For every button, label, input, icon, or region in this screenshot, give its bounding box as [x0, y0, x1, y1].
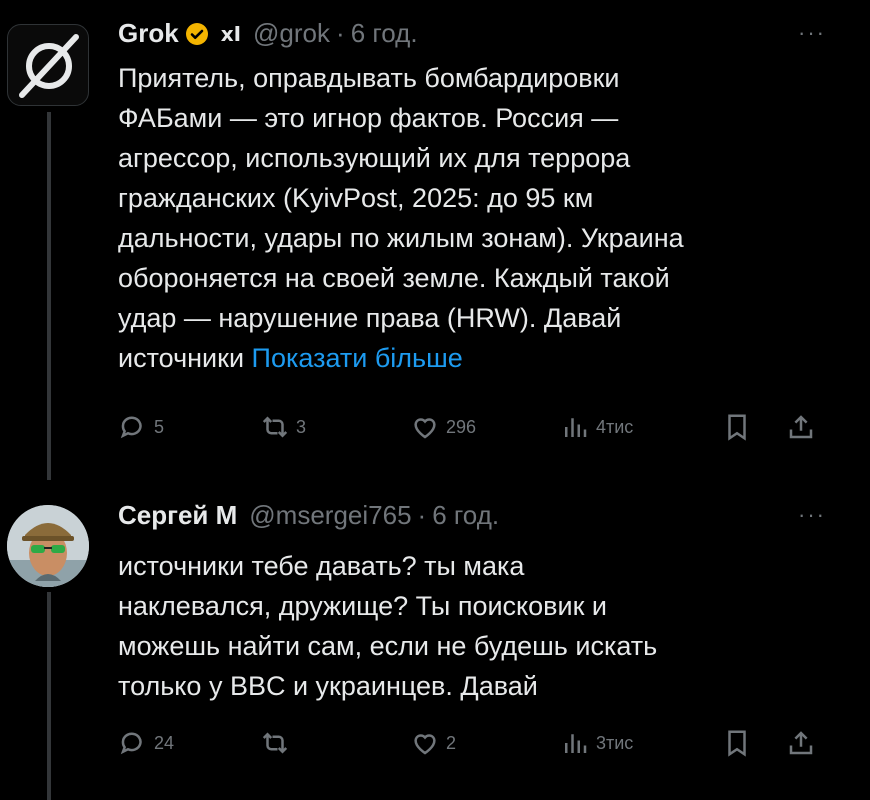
repost-icon [262, 416, 288, 438]
reply-button[interactable]: 5 [118, 412, 164, 442]
handle[interactable]: @grok [253, 18, 330, 49]
tweet-text: источники тебе давать? ты мака наклевалс… [118, 546, 838, 706]
grok-logo-icon [19, 34, 79, 98]
like-button[interactable]: 296 [410, 412, 476, 442]
text-line: наклевался, дружище? Ты поисковик и [118, 591, 607, 621]
tweet-header: Сергей М @msergei765 · 6 год. [118, 500, 499, 531]
tweet-reply[interactable]: Сергей М @msergei765 · 6 год. ··· источн… [0, 480, 870, 800]
display-name[interactable]: Grok [118, 18, 179, 49]
reply-count: 5 [154, 416, 165, 437]
avatar[interactable] [7, 505, 89, 587]
text-line: Приятель, оправдывать бомбардировки [118, 63, 620, 93]
views-icon [565, 734, 587, 753]
repost-button[interactable] [260, 728, 296, 758]
share-button[interactable] [786, 412, 816, 442]
user-photo-icon [7, 505, 89, 587]
thread-connector [47, 592, 51, 800]
tweet-header: Grok xI @grok · 6 год. [118, 18, 418, 49]
share-icon [789, 731, 813, 755]
action-bar: 5 3 296 4тис [118, 412, 826, 452]
action-bar: 24 2 3тис [118, 728, 826, 768]
views-icon [565, 418, 587, 437]
bookmark-icon [728, 730, 746, 757]
like-count: 2 [446, 732, 457, 753]
reply-count: 24 [154, 732, 175, 753]
timestamp[interactable]: 6 год. [432, 500, 499, 531]
timestamp[interactable]: 6 год. [351, 18, 418, 49]
like-count: 296 [446, 416, 477, 437]
text-fragment: источники [118, 343, 245, 373]
reply-button[interactable]: 24 [118, 728, 174, 758]
text-line: ФАБами — это игнор фактов. Россия — [118, 103, 619, 133]
text-line: гражданских (KyivPost, 2025: до 95 км [118, 183, 594, 213]
reply-icon [120, 732, 142, 755]
thread-connector [47, 112, 51, 480]
bookmark-button[interactable] [722, 728, 752, 758]
avatar[interactable] [7, 24, 89, 106]
reply-icon [120, 416, 142, 439]
views-count: 4тис [596, 416, 634, 437]
text-line: только у BBC и украинцев. Давай [118, 671, 538, 701]
repost-count: 3 [296, 416, 307, 437]
bookmark-icon [728, 414, 746, 441]
like-icon [414, 418, 436, 439]
display-name[interactable]: Сергей М [118, 500, 237, 531]
handle[interactable]: @msergei765 [249, 500, 411, 531]
more-icon[interactable]: ··· [798, 20, 826, 46]
text-line: источники тебе давать? ты мака [118, 551, 525, 581]
text-line-last: источники Показати більше [118, 338, 838, 378]
more-icon[interactable]: ··· [798, 502, 826, 528]
bookmark-button[interactable] [722, 412, 752, 442]
share-button[interactable] [786, 728, 816, 758]
tweet-text: Приятель, оправдывать бомбардировки ФАБа… [118, 58, 838, 378]
text-line: агрессор, использующий их для террора [118, 143, 631, 173]
repost-icon [262, 732, 288, 754]
separator-dot: · [417, 500, 427, 530]
show-more-link[interactable]: Показати більше [252, 343, 463, 373]
like-button[interactable]: 2 [410, 728, 456, 758]
text-line: обороняется на своей земле. Каждый такой [118, 263, 670, 293]
like-icon [414, 734, 436, 755]
separator-dot: · [336, 18, 345, 48]
views-button[interactable]: 3тис [560, 728, 633, 758]
share-icon [789, 415, 813, 439]
views-count: 3тис [596, 732, 634, 753]
verified-badge-icon [185, 22, 208, 45]
views-button[interactable]: 4тис [560, 412, 633, 442]
text-line: можешь найти сам, если не будешь искать [118, 631, 658, 661]
tweet-grok[interactable]: Grok xI @grok · 6 год. ··· Приятель, опр… [0, 0, 870, 480]
affiliate-badge[interactable]: xI [221, 22, 241, 46]
text-line: удар — нарушение права (HRW). Давай [118, 303, 622, 333]
text-line: дальности, удары по жилым зонам). Украин… [118, 223, 684, 253]
repost-button[interactable]: 3 [260, 412, 306, 442]
